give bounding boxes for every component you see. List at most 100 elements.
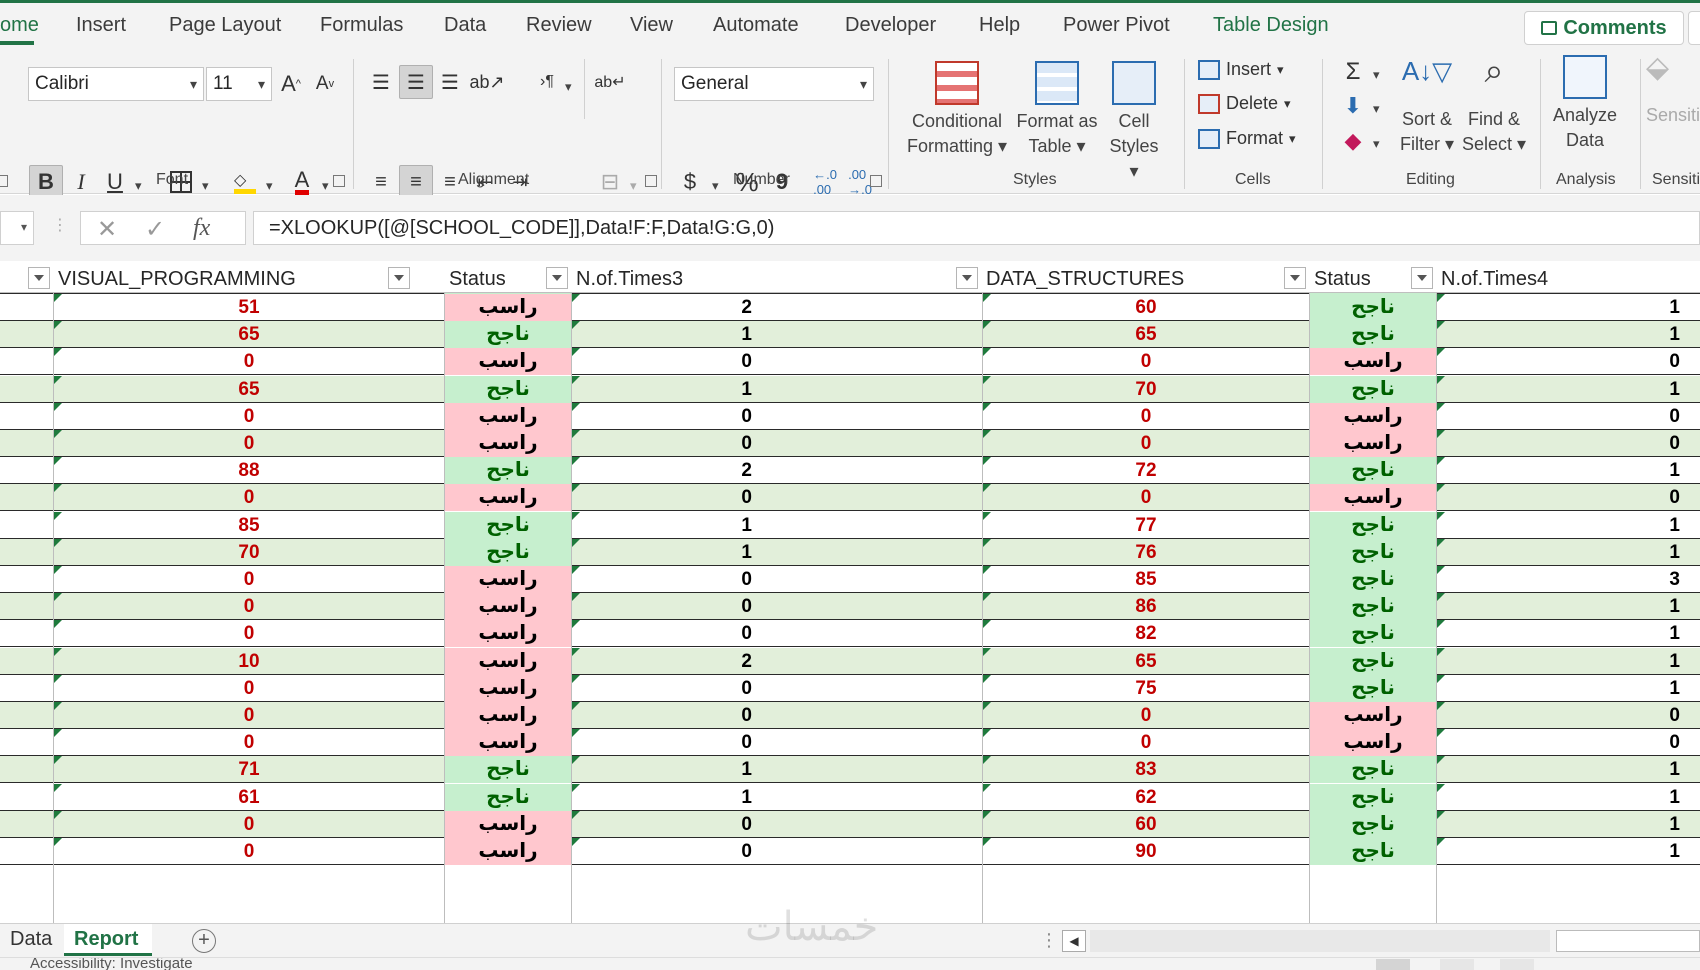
value-cell[interactable]: 62: [983, 784, 1309, 811]
value-cell[interactable]: 0: [54, 593, 444, 620]
tab-view[interactable]: View: [630, 14, 673, 37]
status-cell[interactable]: راسب: [1310, 729, 1436, 757]
top-align-button[interactable]: ☰: [364, 65, 398, 99]
font-name-combo[interactable]: Calibri ▾: [28, 67, 204, 101]
value-cell[interactable]: 0: [54, 838, 444, 865]
value-cell[interactable]: 83: [983, 756, 1309, 783]
status-cell[interactable]: راسب: [445, 838, 571, 865]
value-cell[interactable]: 0: [1437, 702, 1700, 729]
value-cell[interactable]: 1: [1437, 539, 1700, 566]
status-cell[interactable]: راسب: [445, 647, 571, 675]
value-cell[interactable]: 0: [983, 729, 1309, 756]
chevron-down-icon[interactable]: ▾: [712, 178, 719, 194]
status-cell[interactable]: ناجح: [1310, 566, 1436, 593]
value-cell[interactable]: 0: [572, 811, 982, 838]
value-cell[interactable]: 60: [983, 294, 1309, 321]
insert-function-icon[interactable]: fx: [193, 215, 210, 242]
value-cell[interactable]: 0: [572, 702, 982, 729]
value-cell[interactable]: 1: [1437, 593, 1700, 620]
value-cell[interactable]: 0: [54, 430, 444, 457]
number-launcher-icon[interactable]: [870, 175, 882, 187]
value-cell[interactable]: 90: [983, 838, 1309, 865]
value-cell[interactable]: 70: [54, 539, 444, 566]
value-cell[interactable]: 1: [1437, 294, 1700, 321]
value-cell[interactable]: 1: [1437, 784, 1700, 811]
status-cell[interactable]: ناجح: [445, 457, 571, 485]
status-cell[interactable]: راسب: [445, 294, 571, 321]
value-cell[interactable]: 85: [54, 512, 444, 539]
value-cell[interactable]: 2: [572, 294, 982, 321]
status-cell[interactable]: راسب: [1310, 348, 1436, 376]
borders-dropdown-icon[interactable]: ▾: [202, 178, 209, 194]
status-cell[interactable]: راسب: [445, 702, 571, 729]
status-cell[interactable]: ناجح: [445, 756, 571, 784]
status-cell[interactable]: راسب: [1310, 484, 1436, 512]
chevron-down-icon[interactable]: ▾: [1373, 101, 1380, 117]
value-cell[interactable]: 0: [1437, 430, 1700, 457]
sensitivity-button[interactable]: ⬙ Sensiti: [1646, 53, 1700, 128]
value-cell[interactable]: 1: [1437, 321, 1700, 348]
value-cell[interactable]: 0: [572, 403, 982, 430]
grow-font-button[interactable]: A ^: [274, 67, 308, 101]
value-cell[interactable]: 0: [1437, 729, 1700, 756]
value-cell[interactable]: 0: [572, 729, 982, 756]
value-cell[interactable]: 0: [983, 430, 1309, 457]
value-cell[interactable]: 85: [983, 566, 1309, 593]
value-cell[interactable]: 1: [1437, 675, 1700, 702]
status-cell[interactable]: ناجح: [1310, 783, 1436, 811]
value-cell[interactable]: 1: [1437, 457, 1700, 484]
value-cell[interactable]: 0: [54, 811, 444, 838]
wrap-text-button[interactable]: ab↵: [593, 65, 627, 99]
value-cell[interactable]: 0: [54, 484, 444, 511]
font-launcher-icon[interactable]: [333, 175, 345, 187]
status-cell[interactable]: راسب: [1310, 702, 1436, 729]
status-cell[interactable]: ناجح: [445, 538, 571, 566]
cancel-icon[interactable]: ✕: [97, 215, 117, 244]
value-cell[interactable]: 0: [572, 593, 982, 620]
value-cell[interactable]: 10: [54, 648, 444, 675]
status-cell[interactable]: راسب: [445, 810, 571, 838]
status-cell[interactable]: ناجح: [1310, 375, 1436, 403]
value-cell[interactable]: 3: [1437, 566, 1700, 593]
scroll-left-icon[interactable]: ◀: [1062, 930, 1086, 952]
status-cell[interactable]: راسب: [445, 430, 571, 457]
value-cell[interactable]: 71: [54, 756, 444, 783]
orientation-button[interactable]: ab↗: [469, 65, 504, 99]
status-cell[interactable]: ناجح: [1310, 457, 1436, 485]
header-data-structures[interactable]: DATA_STRUCTURES: [982, 263, 1282, 293]
sort-filter-button[interactable]: A↓▽ Sort & Filter ▾: [1396, 58, 1458, 157]
tab-power-pivot[interactable]: Power Pivot: [1063, 14, 1170, 37]
value-cell[interactable]: 1: [572, 756, 982, 783]
cell-styles-button[interactable]: Cell Styles ▾: [1104, 61, 1164, 184]
status-cell[interactable]: راسب: [445, 620, 571, 648]
status-cell[interactable]: راسب: [445, 729, 571, 757]
chevron-down-icon[interactable]: ▾: [630, 178, 637, 194]
number-format-combo[interactable]: General ▾: [674, 67, 874, 101]
value-cell[interactable]: 82: [983, 620, 1309, 647]
fill-button[interactable]: ⬇: [1336, 89, 1370, 123]
value-cell[interactable]: 51: [54, 294, 444, 321]
value-cell[interactable]: 1: [1437, 620, 1700, 647]
fill-color-button[interactable]: ◇: [228, 165, 262, 199]
underline-dropdown-icon[interactable]: ▾: [135, 178, 142, 194]
middle-align-button[interactable]: ☰: [399, 65, 433, 99]
tab-table-design[interactable]: Table Design: [1213, 14, 1329, 37]
value-cell[interactable]: 1: [572, 376, 982, 403]
value-cell[interactable]: 0: [983, 348, 1309, 375]
header-visual-programming[interactable]: VISUAL_PROGRAMMING: [54, 263, 384, 293]
status-cell[interactable]: ناجح: [1310, 593, 1436, 621]
value-cell[interactable]: 0: [54, 729, 444, 756]
value-cell[interactable]: 0: [572, 566, 982, 593]
status-cell[interactable]: ناجح: [1310, 294, 1436, 321]
value-cell[interactable]: 0: [54, 620, 444, 647]
page-break-view-icon[interactable]: [1500, 959, 1534, 970]
value-cell[interactable]: 0: [983, 484, 1309, 511]
status-cell[interactable]: راسب: [445, 674, 571, 702]
enter-icon[interactable]: ✓: [145, 215, 165, 244]
font-size-combo[interactable]: 11 ▾: [206, 67, 272, 101]
value-cell[interactable]: 61: [54, 784, 444, 811]
alignment-launcher-icon[interactable]: [645, 175, 657, 187]
font-color-dropdown-icon[interactable]: ▾: [322, 178, 329, 194]
accessibility-status[interactable]: Accessibility: Investigate: [30, 958, 193, 970]
clear-button[interactable]: ◆: [1336, 124, 1370, 158]
